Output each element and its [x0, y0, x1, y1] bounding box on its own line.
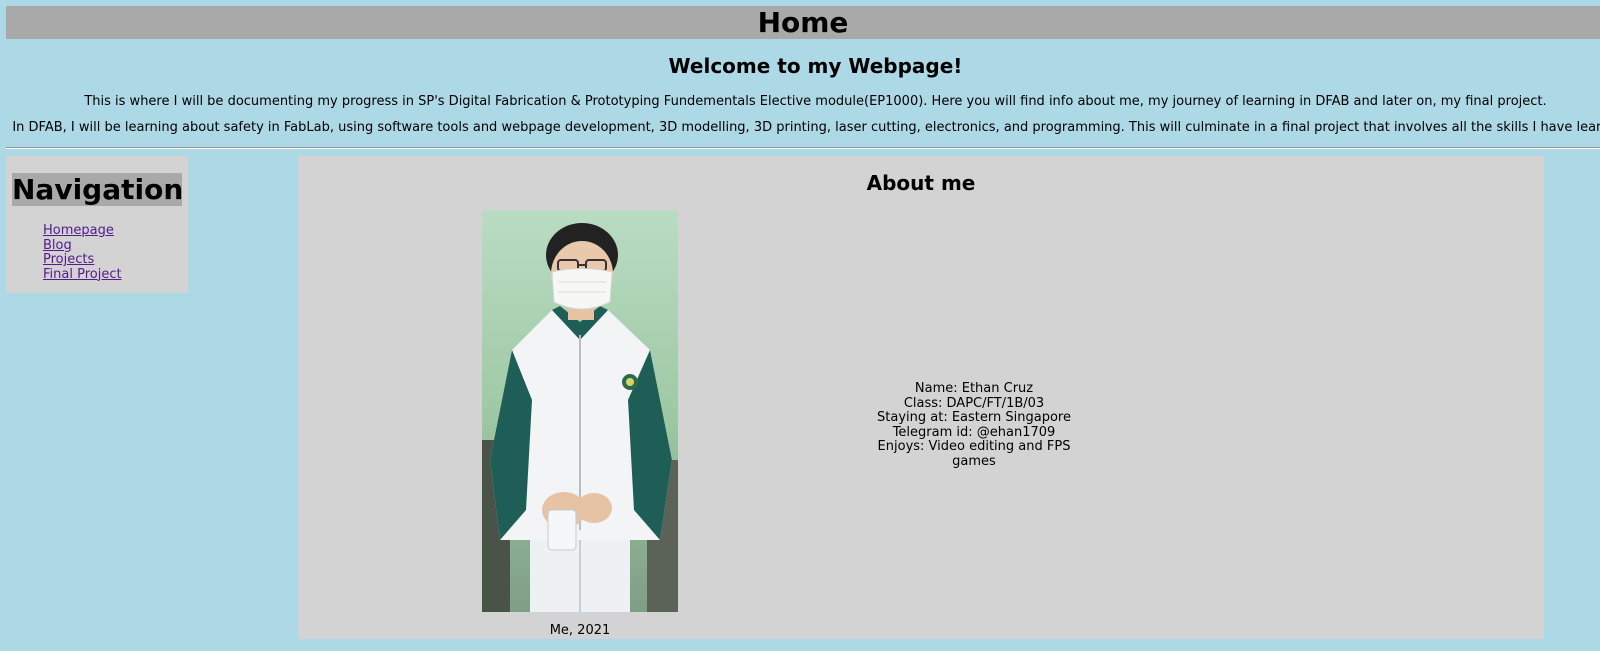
nav-item-final-project: Final Project	[43, 267, 122, 283]
page-header: Home	[6, 6, 1600, 39]
navigation-panel: Navigation Homepage Blog Projects Final …	[6, 156, 188, 293]
intro-paragraph: In DFAB, I will be learning about safety…	[12, 120, 1600, 135]
nav-item-projects: Projects	[43, 252, 122, 268]
page-title: Home	[757, 6, 849, 39]
homepage-link[interactable]: Homepage	[43, 223, 114, 238]
divider	[6, 147, 1600, 149]
photo-caption: Me, 2021	[549, 623, 611, 638]
detail-enjoys: Enjoys: Video editing and FPS games	[877, 439, 1071, 469]
about-details: Name: Ethan Cruz Class: DAPC/FT/1B/03 St…	[864, 381, 1084, 469]
nav-item-homepage: Homepage	[43, 223, 122, 239]
welcome-heading: Welcome to my Webpage!	[668, 54, 963, 78]
nav-item-blog: Blog	[43, 238, 122, 254]
about-section: About me Me, 2021 Name: Ethan Cruz Class…	[298, 156, 1544, 639]
detail-class: Class: DAPC/FT/1B/03	[903, 395, 1045, 411]
navigation-list: Homepage Blog Projects Final Project	[43, 223, 122, 283]
detail-staying: Staying at: Eastern Singapore	[877, 410, 1071, 425]
detail-name: Name: Ethan Cruz	[914, 381, 1034, 396]
intro-paragraph: This is where I will be documenting my p…	[84, 94, 1547, 109]
navigation-title: Navigation	[12, 173, 184, 206]
about-title: About me	[866, 171, 976, 195]
detail-telegram: Telegram id: @ehan1709	[892, 424, 1056, 440]
final-project-link[interactable]: Final Project	[43, 267, 122, 282]
blog-link[interactable]: Blog	[43, 238, 72, 253]
profile-photo	[482, 210, 678, 612]
projects-link[interactable]: Projects	[43, 252, 94, 267]
